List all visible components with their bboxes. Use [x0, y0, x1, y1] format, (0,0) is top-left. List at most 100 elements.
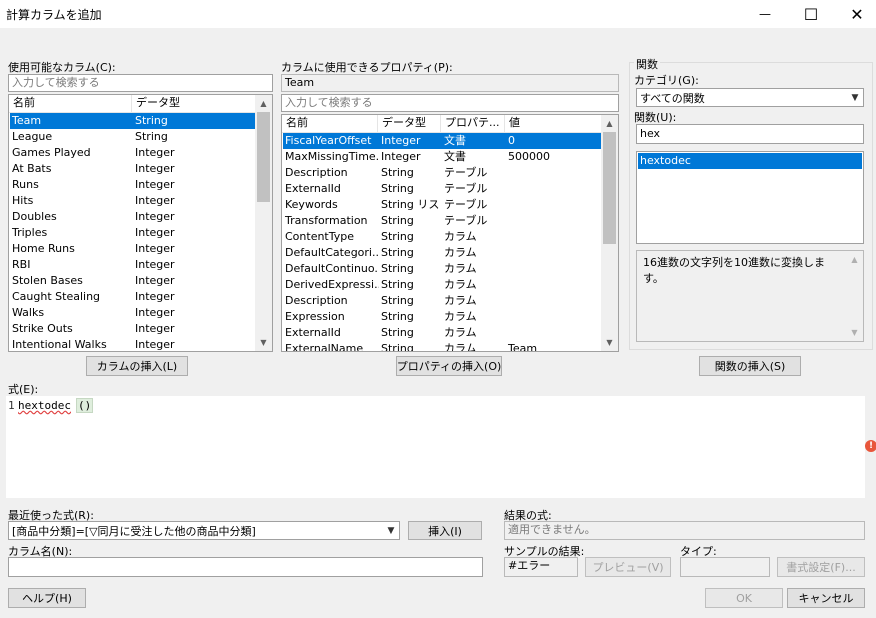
- property-row-name: MaxMissingTime...: [285, 150, 379, 163]
- insert-recent-button[interactable]: 挿入(I): [408, 521, 482, 540]
- function-item-hextodec[interactable]: hextodec: [638, 153, 862, 169]
- expression-editor[interactable]: 1 hextodec (): [6, 396, 865, 498]
- insert-property-button[interactable]: プロパティの挿入(O): [396, 356, 502, 376]
- property-row[interactable]: DerivedExpressi... String カラム: [283, 277, 602, 293]
- column-row[interactable]: Intentional Walks Integer: [10, 337, 256, 351]
- scroll-down-icon[interactable]: ▼: [255, 334, 272, 351]
- column-row[interactable]: Hits Integer: [10, 193, 256, 209]
- property-row[interactable]: Description String テーブル: [283, 165, 602, 181]
- property-row[interactable]: DefaultCategori... String カラム: [283, 245, 602, 261]
- column-row[interactable]: Walks Integer: [10, 305, 256, 321]
- column-row-name: Triples: [12, 226, 48, 239]
- property-row[interactable]: ExternalName String カラム Team: [283, 341, 602, 351]
- ok-button[interactable]: OK: [705, 588, 783, 608]
- scroll-thumb[interactable]: [257, 112, 270, 202]
- chevron-down-icon: ▼: [387, 525, 395, 536]
- column-row[interactable]: Strike Outs Integer: [10, 321, 256, 337]
- column-name-input[interactable]: [8, 557, 483, 577]
- column-row[interactable]: Stolen Bases Integer: [10, 273, 256, 289]
- property-header-name[interactable]: 名前: [282, 115, 378, 132]
- close-button[interactable]: ✕: [834, 0, 876, 28]
- column-row[interactable]: League String: [10, 129, 256, 145]
- column-row[interactable]: Games Played Integer: [10, 145, 256, 161]
- property-row-property: テーブル: [444, 166, 488, 179]
- column-row-name: Intentional Walks: [12, 338, 107, 351]
- property-row[interactable]: ContentType String カラム: [283, 229, 602, 245]
- property-header-type[interactable]: データ型: [378, 115, 441, 132]
- property-row-type: String: [381, 262, 414, 275]
- property-row[interactable]: ExternalId String カラム: [283, 325, 602, 341]
- properties-scrollbar[interactable]: ▲ ▼: [601, 115, 618, 351]
- scroll-up-icon[interactable]: ▲: [846, 251, 863, 268]
- column-row[interactable]: RBI Integer: [10, 257, 256, 273]
- column-row-type: Integer: [135, 290, 175, 303]
- category-dropdown[interactable]: すべての関数 ▼: [636, 88, 864, 107]
- column-row-name: Strike Outs: [12, 322, 73, 335]
- property-search-input[interactable]: 入力して検索する: [281, 94, 619, 112]
- column-row[interactable]: Caught Stealing Integer: [10, 289, 256, 305]
- preview-button[interactable]: プレビュー(V): [585, 557, 671, 577]
- column-row[interactable]: At Bats Integer: [10, 161, 256, 177]
- column-row[interactable]: Runs Integer: [10, 177, 256, 193]
- property-row[interactable]: DefaultContinuo... String カラム: [283, 261, 602, 277]
- property-context-field: Team: [281, 74, 619, 92]
- description-scrollbar[interactable]: ▲ ▼: [846, 251, 863, 341]
- column-search-input[interactable]: 入力して検索する: [8, 74, 273, 92]
- property-row-property: テーブル: [444, 214, 488, 227]
- column-header-type[interactable]: データ型: [132, 95, 257, 112]
- maximize-button[interactable]: ☐: [788, 0, 834, 28]
- column-row-type: Integer: [135, 306, 175, 319]
- property-row-type: Integer: [381, 150, 421, 163]
- column-row[interactable]: Team String: [10, 113, 256, 129]
- property-row-type: String: [381, 294, 414, 307]
- property-row-property: カラム: [444, 278, 477, 291]
- property-row[interactable]: ExternalId String テーブル: [283, 181, 602, 197]
- column-row-type: Integer: [135, 210, 175, 223]
- line-number: 1: [8, 399, 15, 412]
- function-description: 16進数の文字列を10進数に変換します。 ▲ ▼: [636, 250, 864, 342]
- column-row[interactable]: Doubles Integer: [10, 209, 256, 225]
- column-header-name[interactable]: 名前: [9, 95, 132, 112]
- property-row-value: [506, 293, 602, 309]
- property-row[interactable]: MaxMissingTime... Integer 文書 500000: [283, 149, 602, 165]
- insert-column-button[interactable]: カラムの挿入(L): [86, 356, 188, 376]
- property-row[interactable]: FiscalYearOffset Integer 文書 0: [283, 133, 602, 149]
- function-list[interactable]: hextodec: [636, 151, 864, 244]
- property-row-value: [506, 165, 602, 181]
- help-button[interactable]: ヘルプ(H): [8, 588, 86, 608]
- property-row[interactable]: Expression String カラム: [283, 309, 602, 325]
- scroll-down-icon[interactable]: ▼: [846, 324, 863, 341]
- property-row-property: カラム: [444, 310, 477, 323]
- scroll-up-icon[interactable]: ▲: [601, 115, 618, 132]
- properties-list[interactable]: 名前 データ型 プロパテ... 値 FiscalYearOffset Intege…: [281, 114, 619, 352]
- property-row[interactable]: Description String カラム: [283, 293, 602, 309]
- insert-function-button[interactable]: 関数の挿入(S): [699, 356, 801, 376]
- property-row[interactable]: Transformation String テーブル: [283, 213, 602, 229]
- columns-scrollbar[interactable]: ▲ ▼: [255, 95, 272, 351]
- property-header-property[interactable]: プロパテ...: [441, 115, 505, 132]
- property-header-value[interactable]: 値: [505, 115, 603, 132]
- column-row-name: Games Played: [12, 146, 91, 159]
- result-field: 適用できません。: [504, 521, 865, 540]
- column-row-type: Integer: [135, 162, 175, 175]
- error-icon[interactable]: !: [865, 440, 876, 452]
- scroll-up-icon[interactable]: ▲: [255, 95, 272, 112]
- scroll-down-icon[interactable]: ▼: [601, 334, 618, 351]
- property-row-name: ExternalId: [285, 182, 341, 195]
- columns-list[interactable]: 名前 データ型 Team String League String Games Play…: [8, 94, 273, 352]
- property-row[interactable]: Keywords String リストテーブル: [283, 197, 602, 213]
- column-row[interactable]: Home Runs Integer: [10, 241, 256, 257]
- property-row-type: String: [381, 246, 414, 259]
- scroll-thumb[interactable]: [603, 132, 616, 244]
- format-button[interactable]: 書式設定(F)...: [777, 557, 865, 577]
- property-row-value: 500000: [508, 150, 550, 163]
- function-item-label: hextodec: [640, 154, 691, 167]
- property-row-name: DerivedExpressi...: [285, 278, 379, 291]
- minimize-button[interactable]: —: [742, 0, 788, 28]
- function-search-input[interactable]: hex: [636, 124, 864, 144]
- type-field: [680, 557, 770, 577]
- property-row-type: String: [381, 182, 414, 195]
- cancel-button[interactable]: キャンセル: [787, 588, 865, 608]
- recent-dropdown[interactable]: [商品中分類]=[▽同月に受注した他の商品中分類] ▼: [8, 521, 400, 540]
- column-row[interactable]: Triples Integer: [10, 225, 256, 241]
